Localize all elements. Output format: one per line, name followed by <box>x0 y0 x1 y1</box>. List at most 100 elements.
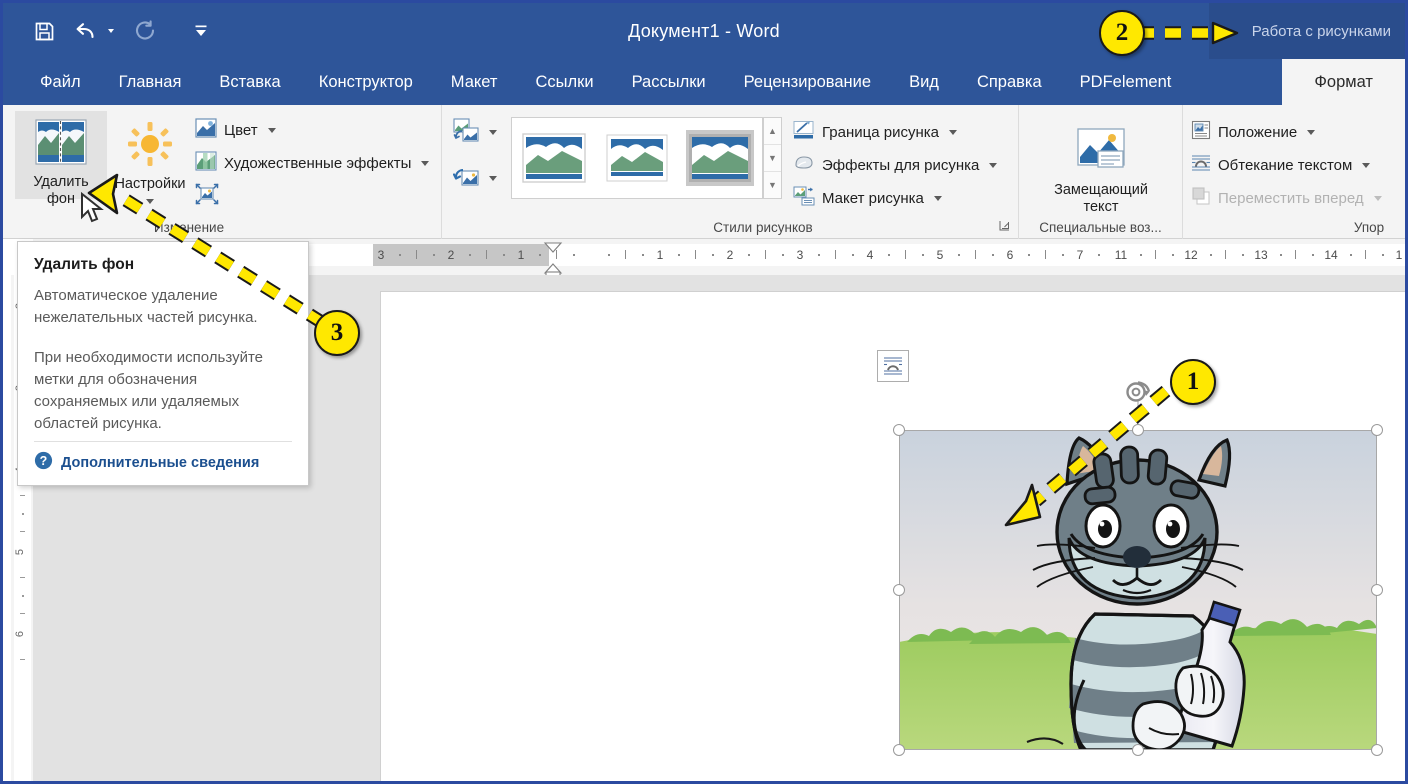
resize-handle-e[interactable] <box>1371 584 1383 596</box>
alt-text-icon <box>1076 127 1126 178</box>
picture-styles-dialog-launcher[interactable] <box>999 220 1010 234</box>
rotate-handle-icon[interactable] <box>1125 380 1151 409</box>
picture-border-button[interactable]: Граница рисунка <box>793 119 957 145</box>
change-picture-button[interactable] <box>453 118 497 146</box>
picture-styles-gallery[interactable] <box>511 117 763 199</box>
tab-design[interactable]: Конструктор <box>300 59 432 105</box>
bring-forward-button: Переместить вперед <box>1191 185 1382 211</box>
contextual-tools-label: Работа с рисунками <box>1251 22 1391 40</box>
picture-color-icon <box>195 118 217 142</box>
tooltip-body: Автоматическое удаление нежелательных ча… <box>34 285 292 435</box>
resize-handle-s[interactable] <box>1132 744 1144 756</box>
artistic-effects-button[interactable]: Художественные эффекты <box>195 150 430 176</box>
tab-file[interactable]: Файл <box>21 59 100 105</box>
change-picture-icon <box>453 118 479 146</box>
picture-layout-label: Макет рисунка <box>822 189 924 207</box>
tab-home[interactable]: Главная <box>100 59 201 105</box>
picture-layout-button[interactable]: Макет рисунка <box>793 185 942 211</box>
tab-references[interactable]: Ссылки <box>517 59 613 105</box>
gallery-scroll-down-icon[interactable]: ▼ <box>764 145 781 172</box>
ribbon-group-accessibility-label: Специальные воз... <box>1039 220 1162 235</box>
corrections-button[interactable]: Настройки <box>104 113 196 204</box>
undo-icon[interactable] <box>73 18 99 44</box>
ruler-tick: 3 <box>377 248 385 262</box>
ruler-tick: 1 <box>1395 248 1403 262</box>
corrections-dropdown-caret[interactable] <box>146 199 154 204</box>
remove-background-button[interactable]: Удалить фон <box>15 111 107 207</box>
corrections-label: Настройки <box>114 176 186 192</box>
picture-styles-scrollbar[interactable]: ▲ ▼ ▼ <box>763 117 782 199</box>
redo-icon[interactable] <box>132 18 158 44</box>
tab-mailings[interactable]: Рассылки <box>613 59 725 105</box>
resize-handle-w[interactable] <box>893 584 905 596</box>
ribbon: Удалить фон Настройки Цвет Художественны… <box>3 105 1405 239</box>
corrections-sun-icon <box>127 121 173 172</box>
picture-layout-caret[interactable] <box>933 195 942 201</box>
resize-handle-n[interactable] <box>1132 424 1144 436</box>
bring-forward-caret <box>1373 195 1382 201</box>
resize-handle-se[interactable] <box>1371 744 1383 756</box>
tab-layout[interactable]: Макет <box>432 59 517 105</box>
customize-qat-icon[interactable] <box>188 18 214 44</box>
layout-options-button[interactable] <box>877 350 909 382</box>
tab-view[interactable]: Вид <box>890 59 958 105</box>
vertical-ruler-tick: 5 <box>14 549 26 556</box>
bring-forward-icon <box>1191 186 1211 210</box>
wrap-text-label: Обтекание текстом <box>1218 156 1353 174</box>
save-icon[interactable] <box>31 18 57 44</box>
ruler-tick: 1 <box>517 248 525 262</box>
resize-handle-nw[interactable] <box>893 424 905 436</box>
ribbon-group-arrange-label: Упор <box>1353 220 1385 235</box>
position-button[interactable]: Положение <box>1191 119 1316 145</box>
tooltip-more-info-link[interactable]: ? Дополнительные сведения <box>34 442 292 485</box>
tab-format[interactable]: Формат <box>1282 59 1405 105</box>
tab-help[interactable]: Справка <box>958 59 1061 105</box>
reset-picture-caret[interactable] <box>489 175 497 181</box>
selected-picture[interactable] <box>893 381 1383 756</box>
horizontal-ruler-right[interactable]: 11 12 13 14 1 <box>1103 239 1405 275</box>
gallery-more-icon[interactable]: ▼ <box>764 172 781 198</box>
change-picture-caret[interactable] <box>489 129 497 135</box>
resize-handle-ne[interactable] <box>1371 424 1383 436</box>
wrap-text-button[interactable]: Обтекание текстом <box>1191 152 1371 178</box>
picture-border-label: Граница рисунка <box>822 123 939 141</box>
reset-picture-button[interactable] <box>452 164 497 192</box>
bring-forward-label: Переместить вперед <box>1218 189 1364 207</box>
wrap-text-caret[interactable] <box>1362 162 1371 168</box>
word-window: Документ1 - Word Работа с рисунками Файл… <box>0 0 1408 784</box>
position-caret[interactable] <box>1307 129 1316 135</box>
tooltip-link-label: Дополнительные сведения <box>61 454 260 471</box>
position-icon <box>1191 120 1211 144</box>
alt-text-label: Замещающий текст <box>1054 182 1148 215</box>
undo-dropdown-caret[interactable] <box>108 29 114 33</box>
picture-style-item[interactable] <box>603 130 671 186</box>
picture-color-button[interactable]: Цвет <box>195 117 276 143</box>
compress-pictures-icon <box>195 183 219 209</box>
alt-text-button[interactable]: Замещающий текст <box>1051 119 1151 216</box>
picture-layout-icon <box>793 186 815 210</box>
picture-style-item[interactable] <box>520 130 588 186</box>
indent-markers <box>543 242 563 275</box>
tooltip-title: Удалить фон <box>34 256 135 273</box>
picture-content <box>899 430 1377 750</box>
picture-effects-label: Эффекты для рисунка <box>822 156 980 174</box>
gallery-scroll-up-icon[interactable]: ▲ <box>764 118 781 145</box>
ribbon-tab-bar: Файл Главная Вставка Конструктор Макет С… <box>3 59 1405 105</box>
artistic-effects-caret[interactable] <box>421 160 430 166</box>
compress-pictures-button[interactable] <box>195 183 219 209</box>
tab-insert[interactable]: Вставка <box>200 59 299 105</box>
picture-style-item-selected[interactable] <box>686 130 754 186</box>
layout-options-icon <box>884 357 902 375</box>
tab-review[interactable]: Рецензирование <box>725 59 890 105</box>
tooltip-paragraph-1: Автоматическое удаление нежелательных ча… <box>34 287 258 326</box>
picture-color-caret[interactable] <box>267 127 276 133</box>
ruler-tick: 2 <box>447 248 455 262</box>
picture-effects-caret[interactable] <box>989 162 998 168</box>
resize-handle-sw[interactable] <box>893 744 905 756</box>
picture-effects-button[interactable]: Эффекты для рисунка <box>793 152 998 178</box>
quick-access-toolbar <box>3 18 214 44</box>
document-page[interactable] <box>381 292 1405 781</box>
picture-border-caret[interactable] <box>948 129 957 135</box>
reset-picture-icon <box>452 164 479 192</box>
tab-pdfelement[interactable]: PDFelement <box>1061 59 1191 105</box>
